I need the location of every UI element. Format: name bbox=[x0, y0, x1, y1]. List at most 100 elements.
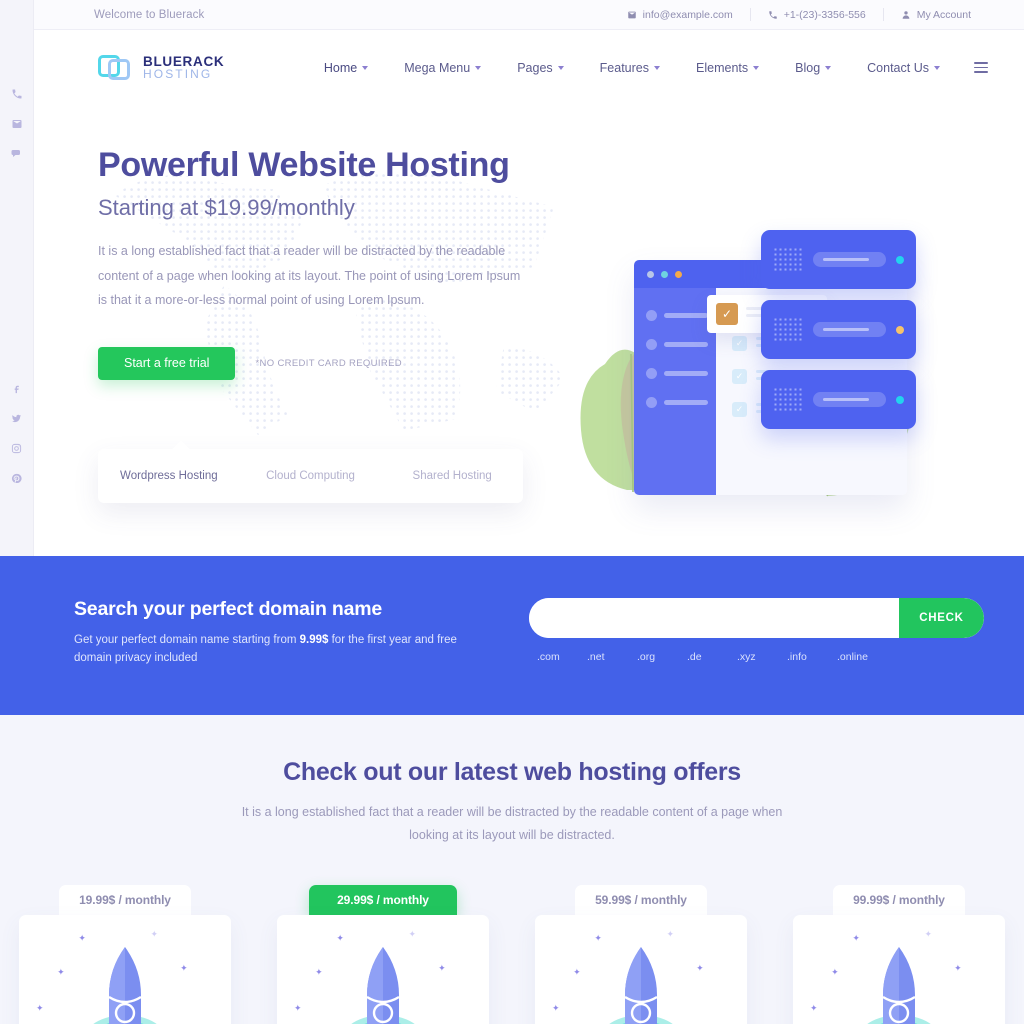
tld-de[interactable]: .de bbox=[687, 651, 737, 663]
welcome-text: Welcome to Bluerack bbox=[94, 8, 205, 21]
nav-item-blog[interactable]: Blog bbox=[777, 61, 849, 75]
tld-net[interactable]: .net bbox=[587, 651, 637, 663]
tab-cloud-computing[interactable]: Cloud Computing bbox=[240, 470, 382, 482]
window-dot-gray bbox=[647, 270, 654, 278]
tld-com[interactable]: .com bbox=[537, 651, 587, 663]
topbar-email-text: info@example.com bbox=[642, 8, 733, 21]
chat-icon[interactable] bbox=[9, 146, 25, 162]
status-led-cyan bbox=[896, 395, 904, 404]
pricing-card[interactable]: 19.99$ / monthly ✦ ✦ ✦ ✦ ✦ bbox=[19, 885, 231, 1024]
start-free-trial-button[interactable]: Start a free trial bbox=[98, 346, 236, 380]
hero-title: Powerful Website Hosting bbox=[98, 146, 510, 184]
phone-icon[interactable] bbox=[9, 86, 25, 102]
pinterest-icon[interactable] bbox=[9, 470, 25, 486]
rack-label-bar bbox=[813, 252, 886, 267]
tld-info[interactable]: .info bbox=[787, 651, 837, 663]
chevron-down-icon bbox=[557, 65, 564, 70]
instagram-icon[interactable] bbox=[9, 440, 25, 456]
topbar-my-account[interactable]: My Account bbox=[884, 9, 988, 21]
envelope-icon[interactable] bbox=[9, 116, 25, 132]
price-badge-featured: 29.99$ / monthly bbox=[309, 885, 457, 915]
domain-search-title: Search your perfect domain name bbox=[74, 598, 383, 620]
pricing-cards: 19.99$ / monthly ✦ ✦ ✦ ✦ ✦ 29.99$ / mont… bbox=[0, 885, 1024, 1024]
offers-subtitle: It is a long established fact that a rea… bbox=[241, 805, 783, 843]
pricing-card-body: ✦ ✦ ✦ ✦ ✦ bbox=[793, 915, 1005, 1024]
rocket-illustration bbox=[93, 947, 157, 1024]
tab-wordpress-hosting[interactable]: Wordpress Hosting bbox=[98, 470, 240, 482]
hero-cta-row: Start a free trial *NO CREDIT CARD REQUI… bbox=[98, 346, 548, 380]
search-row: CHECK bbox=[529, 598, 984, 638]
domain-search-section: Search your perfect domain name Get your… bbox=[0, 556, 1024, 715]
sparkle-icon: ✦ bbox=[831, 967, 839, 977]
topbar-email[interactable]: info@example.com bbox=[610, 9, 750, 21]
sparkle-icon: ✦ bbox=[573, 967, 581, 977]
nav-item-features[interactable]: Features bbox=[582, 61, 678, 75]
topbar-phone[interactable]: +1-(23)-3356-556 bbox=[751, 9, 883, 21]
window-dot-teal bbox=[661, 270, 668, 278]
window-sidebar bbox=[634, 288, 716, 495]
nav-label: Contact Us bbox=[867, 60, 929, 75]
status-led-cyan bbox=[896, 255, 904, 264]
rack-dot-grid bbox=[773, 316, 803, 343]
no-credit-card-note: *NO CREDIT CARD REQUIRED bbox=[255, 357, 402, 369]
main-nav: Home Mega Menu Pages Features Elements B… bbox=[306, 61, 988, 75]
check-domain-button[interactable]: CHECK bbox=[899, 598, 984, 638]
offers-section: Check out our latest web hosting offers … bbox=[0, 715, 1024, 1024]
pricing-card[interactable]: 59.99$ / monthly ✦ ✦ ✦ ✦ ✦ bbox=[535, 885, 747, 1024]
tld-xyz[interactable]: .xyz bbox=[737, 651, 787, 663]
domain-search-copy: Search your perfect domain name Get your… bbox=[74, 598, 484, 668]
nav-item-pages[interactable]: Pages bbox=[499, 61, 581, 75]
chevron-down-icon bbox=[753, 65, 760, 70]
sparkle-icon: ✦ bbox=[35, 1003, 44, 1013]
domain-search-subtitle: Get your perfect domain name starting fr… bbox=[74, 631, 484, 668]
rocket-illustration bbox=[867, 947, 931, 1024]
checkbox-icon: ✓ bbox=[732, 369, 747, 384]
site-header: BLUERACK HOSTING Home Mega Menu Pages Fe… bbox=[34, 30, 1024, 105]
rail-social-icons bbox=[9, 380, 25, 486]
logo-tagline: HOSTING bbox=[143, 67, 213, 82]
nav-label: Pages bbox=[517, 60, 553, 75]
hamburger-menu-icon[interactable] bbox=[974, 62, 988, 73]
check-badge-icon: ✓ bbox=[716, 303, 738, 325]
rail-contact-icons bbox=[9, 86, 25, 162]
envelope-icon bbox=[627, 10, 637, 20]
nav-item-mega-menu[interactable]: Mega Menu bbox=[386, 61, 499, 75]
hosting-tabs: Wordpress Hosting Cloud Computing Shared… bbox=[98, 440, 523, 503]
nav-item-elements[interactable]: Elements bbox=[678, 61, 777, 75]
user-icon bbox=[901, 10, 911, 20]
tld-org[interactable]: .org bbox=[637, 651, 687, 663]
rocket-illustration bbox=[609, 947, 673, 1024]
sparkle-icon: ✦ bbox=[57, 967, 65, 977]
nav-item-home[interactable]: Home bbox=[306, 61, 386, 75]
sparkle-icon: ✦ bbox=[438, 963, 446, 973]
sparkle-icon: ✦ bbox=[551, 1003, 560, 1013]
nav-label: Home bbox=[323, 60, 358, 75]
tld-online[interactable]: .online bbox=[837, 651, 887, 663]
pricing-card[interactable]: 99.99$ / monthly ✦ ✦ ✦ ✦ ✦ bbox=[793, 885, 1005, 1024]
logo[interactable]: BLUERACK HOSTING bbox=[98, 53, 224, 83]
checkbox-icon: ✓ bbox=[732, 402, 747, 417]
chevron-down-icon bbox=[825, 65, 832, 70]
sparkle-icon: ✦ bbox=[954, 963, 962, 973]
chevron-down-icon bbox=[475, 65, 482, 70]
domain-search-input[interactable] bbox=[529, 598, 899, 638]
nav-label: Elements bbox=[696, 60, 749, 75]
rack-dot-grid bbox=[773, 246, 803, 273]
domain-search-inner: Search your perfect domain name Get your… bbox=[74, 598, 984, 668]
chevron-down-icon bbox=[362, 65, 369, 70]
tld-list: .com .net .org .de .xyz .info .online bbox=[529, 651, 984, 663]
server-rack-2 bbox=[761, 300, 916, 359]
pricing-card-featured[interactable]: 29.99$ / monthly ✦ ✦ ✦ ✦ ✦ bbox=[277, 885, 489, 1024]
nav-item-contact-us[interactable]: Contact Us bbox=[849, 61, 958, 75]
nav-label: Blog bbox=[795, 60, 821, 75]
facebook-icon[interactable] bbox=[9, 380, 25, 396]
status-led-orange bbox=[896, 325, 904, 334]
price-badge: 59.99$ / monthly bbox=[575, 885, 707, 915]
hero-paragraph: It is a long established fact that a rea… bbox=[98, 244, 521, 308]
topbar-account-text: My Account bbox=[916, 8, 971, 21]
pricing-card-body: ✦ ✦ ✦ ✦ ✦ bbox=[535, 915, 747, 1024]
rack-label-bar bbox=[813, 392, 886, 407]
logo-brand-name: BLUERACK bbox=[143, 53, 225, 69]
twitter-icon[interactable] bbox=[9, 410, 25, 426]
tab-shared-hosting[interactable]: Shared Hosting bbox=[381, 470, 523, 482]
